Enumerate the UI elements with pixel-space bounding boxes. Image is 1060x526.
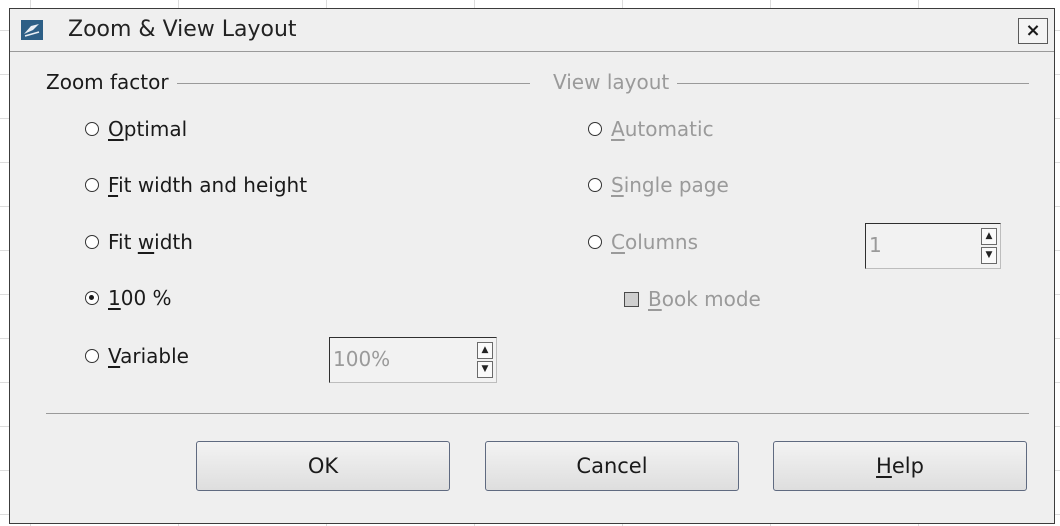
view-layout-header: View layout (553, 69, 1029, 95)
help-button[interactable]: Help (773, 441, 1027, 491)
dialog-title: Zoom & View Layout (68, 17, 297, 42)
radio-fit-width-and-height[interactable]: Fit width and height (85, 171, 307, 199)
radio-circle (588, 178, 602, 192)
checkbox-label: Book mode (648, 287, 761, 311)
view-layout-heading: View layout (553, 70, 670, 94)
close-icon: × (1025, 20, 1041, 41)
radio-label: Columns (611, 230, 699, 254)
radio-label: Single page (611, 173, 729, 197)
radio-circle (85, 235, 99, 249)
view-layout-divider (677, 83, 1029, 84)
book-mode-checkbox[interactable]: Book mode (624, 287, 761, 311)
radio-label: Variable (108, 344, 189, 368)
zoom-view-layout-dialog: Zoom & View Layout × Zoom factor Optimal… (9, 8, 1055, 524)
columns-spinbox[interactable]: 1 ▲ ▼ (865, 223, 1001, 269)
spin-buttons: ▲ ▼ (981, 228, 997, 264)
radio-circle (588, 235, 602, 249)
writer-app-icon (21, 20, 43, 40)
radio-label: Fit width (108, 230, 193, 254)
radio-circle (85, 349, 99, 363)
ok-button[interactable]: OK (196, 441, 450, 491)
button-separator (46, 413, 1029, 414)
radio-circle-checked (85, 291, 99, 305)
spin-up-icon[interactable]: ▲ (981, 228, 997, 245)
radio-label: Optimal (108, 117, 188, 141)
radio-label: Automatic (611, 117, 714, 141)
radio-label: Fit width and height (108, 173, 308, 197)
radio-columns[interactable]: Columns (588, 228, 698, 256)
variable-zoom-spinbox[interactable]: 100% ▲ ▼ (329, 337, 497, 383)
close-button[interactable]: × (1018, 18, 1048, 44)
zoom-factor-heading: Zoom factor (46, 70, 169, 94)
zoom-factor-divider (176, 83, 530, 84)
spin-down-icon[interactable]: ▼ (981, 247, 997, 264)
spin-down-icon[interactable]: ▼ (477, 361, 493, 378)
radio-circle (85, 178, 99, 192)
radio-100-percent[interactable]: 100 % (85, 284, 172, 312)
radio-circle (85, 122, 99, 136)
columns-value: 1 (869, 233, 882, 257)
radio-automatic[interactable]: Automatic (588, 115, 714, 143)
spin-up-icon[interactable]: ▲ (477, 342, 493, 359)
checkbox-box (624, 291, 639, 307)
radio-label: 100 % (108, 286, 172, 310)
radio-variable[interactable]: Variable (85, 342, 189, 370)
radio-fit-width[interactable]: Fit width (85, 228, 193, 256)
variable-zoom-value: 100% (333, 347, 391, 371)
radio-optimal[interactable]: Optimal (85, 115, 187, 143)
radio-circle (588, 122, 602, 136)
radio-single-page[interactable]: Single page (588, 171, 729, 199)
title-bar: Zoom & View Layout × (10, 9, 1054, 52)
cancel-button[interactable]: Cancel (485, 441, 739, 491)
zoom-factor-header: Zoom factor (46, 69, 530, 95)
spin-buttons: ▲ ▼ (477, 342, 493, 378)
